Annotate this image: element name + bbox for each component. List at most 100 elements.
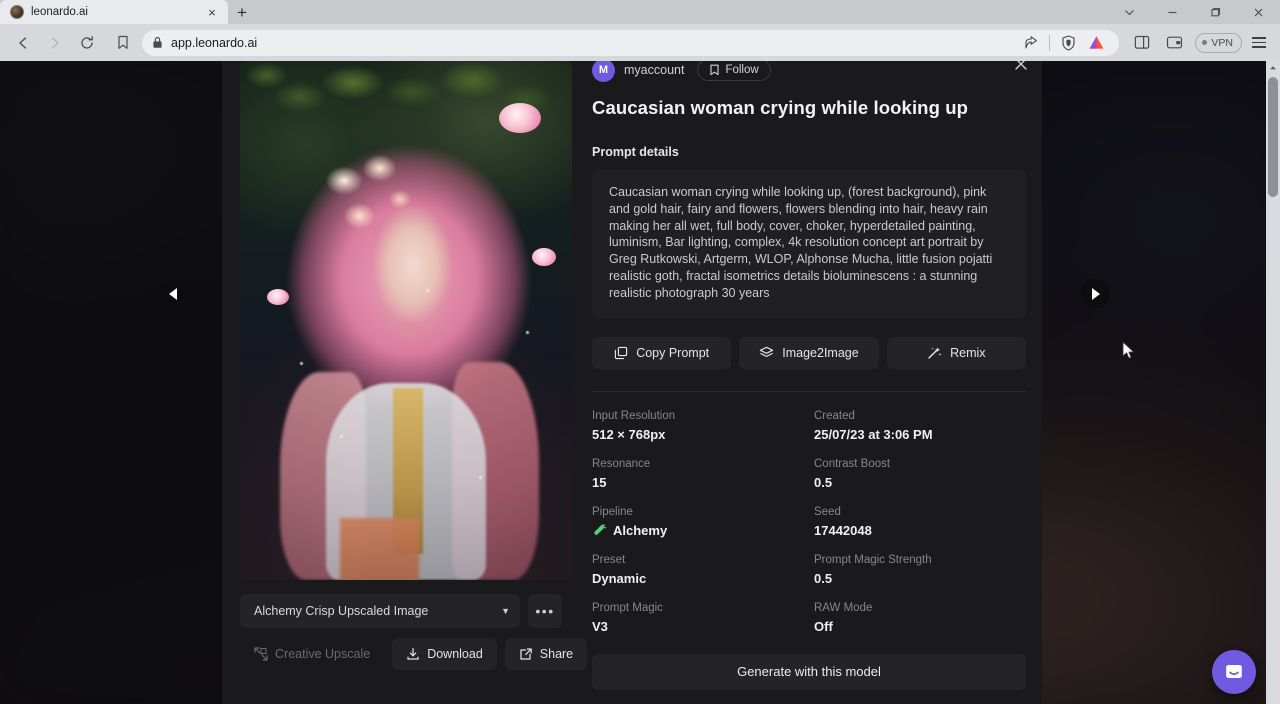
vpn-label: VPN: [1211, 37, 1233, 49]
alchemy-flask-icon: [592, 523, 607, 538]
scroll-up-arrow-icon[interactable]: [1266, 61, 1280, 75]
meta-value: Alchemy: [613, 523, 667, 538]
new-tab-button[interactable]: +: [228, 0, 256, 24]
meta-key: Contrast Boost: [814, 458, 1026, 470]
prompt-action-row: Copy Prompt Image2Image Remix: [592, 337, 1026, 369]
meta-key: RAW Mode: [814, 602, 1026, 614]
site-favicon: [10, 5, 24, 19]
remix-label: Remix: [950, 346, 985, 360]
chat-widget-button[interactable]: [1212, 650, 1256, 694]
download-icon: [406, 647, 420, 661]
reload-icon[interactable]: [72, 29, 102, 57]
meta-item-preset: Preset Dynamic: [592, 554, 804, 586]
artwork-skirt: [340, 518, 420, 580]
prompt-details-label: Prompt details: [592, 145, 1026, 159]
meta-item-pipeline: Pipeline Alchemy: [592, 506, 804, 538]
scrollbar-thumb[interactable]: [1268, 77, 1278, 197]
omnibox-divider: [1049, 35, 1050, 51]
meta-key: Pipeline: [592, 506, 804, 518]
avatar[interactable]: M: [592, 61, 615, 82]
meta-value: Off: [814, 619, 1026, 634]
follow-button[interactable]: Follow: [697, 61, 770, 81]
sidebar-icon[interactable]: [1127, 29, 1157, 57]
browser-window: leonardo.ai × +: [0, 0, 1280, 704]
close-modal-icon[interactable]: [1010, 61, 1032, 75]
meta-item-contrast-boost: Contrast Boost 0.5: [814, 458, 1026, 490]
omnibox-actions: [1018, 31, 1109, 55]
meta-value: 15: [592, 475, 804, 490]
brave-shields-icon[interactable]: [1055, 31, 1081, 55]
meta-item-prompt-magic: Prompt Magic V3: [592, 602, 804, 634]
meta-key: Seed: [814, 506, 1026, 518]
meta-key: Created: [814, 410, 1026, 422]
address-bar-url: app.leonardo.ai: [171, 36, 1010, 50]
more-options-button[interactable]: •••: [528, 594, 562, 628]
hamburger-menu-icon[interactable]: [1246, 30, 1272, 56]
chat-smiley-icon: [1223, 661, 1245, 683]
image2image-button[interactable]: Image2Image: [739, 337, 878, 369]
meta-value: V3: [592, 619, 804, 634]
page-scrollbar[interactable]: [1266, 61, 1280, 704]
chevron-down-icon: ▼: [501, 606, 510, 616]
variant-control-row: Alchemy Crisp Upscaled Image ▼ •••: [240, 594, 562, 628]
tab-strip: leonardo.ai × +: [0, 0, 1280, 24]
follow-label: Follow: [725, 64, 758, 76]
download-label: Download: [427, 647, 483, 661]
maximize-icon[interactable]: [1194, 0, 1237, 24]
artwork-blossom: [532, 248, 556, 266]
artwork-face: [373, 206, 453, 341]
menu-line: [1252, 42, 1266, 44]
lock-icon: [152, 36, 163, 49]
chevron-down-icon[interactable]: [1108, 0, 1151, 24]
upscale-icon: [254, 647, 268, 661]
meta-value-row: Alchemy: [592, 523, 804, 538]
artwork-sparkle: [300, 362, 303, 365]
tab-title: leonardo.ai: [31, 6, 197, 18]
share-icon[interactable]: [1018, 31, 1044, 55]
meta-value: 0.5: [814, 475, 1026, 490]
previous-image-button[interactable]: [159, 279, 189, 309]
wallet-icon[interactable]: [1159, 29, 1189, 57]
address-bar[interactable]: app.leonardo.ai: [142, 30, 1119, 56]
next-image-button[interactable]: [1080, 279, 1110, 309]
brave-rewards-icon[interactable]: [1083, 31, 1109, 55]
bookmark-icon: [709, 64, 720, 76]
creator-username[interactable]: myaccount: [624, 63, 684, 77]
remix-button[interactable]: Remix: [887, 337, 1026, 369]
meta-value: 25/07/23 at 3:06 PM: [814, 427, 1026, 442]
meta-item-input-resolution: Input Resolution 512 × 768px: [592, 410, 804, 442]
vpn-button[interactable]: VPN: [1195, 33, 1242, 53]
browser-toolbar: app.leonardo.ai: [0, 24, 1280, 61]
menu-line: [1252, 46, 1266, 48]
page-viewport: Alchemy Crisp Upscaled Image ▼ ••• Creat…: [0, 61, 1280, 704]
image-action-row: Creative Upscale Download Share: [240, 638, 562, 670]
close-tab-icon[interactable]: ×: [204, 4, 220, 20]
variant-select[interactable]: Alchemy Crisp Upscaled Image ▼: [240, 594, 520, 628]
download-button[interactable]: Download: [392, 638, 497, 670]
image2image-label: Image2Image: [782, 346, 858, 360]
creative-upscale-button[interactable]: Creative Upscale: [240, 638, 384, 670]
copy-icon: [614, 346, 628, 360]
sparkle-wand-icon: [927, 346, 942, 360]
creative-upscale-label: Creative Upscale: [275, 647, 370, 661]
browser-tab[interactable]: leonardo.ai ×: [0, 0, 228, 24]
meta-item-prompt-magic-strength: Prompt Magic Strength 0.5: [814, 554, 1026, 586]
meta-key: Resonance: [592, 458, 804, 470]
artwork-blossom: [499, 103, 541, 133]
copy-prompt-button[interactable]: Copy Prompt: [592, 337, 731, 369]
generate-with-this-model-button[interactable]: Generate with this model: [592, 654, 1026, 690]
generated-image[interactable]: [240, 61, 572, 580]
image-title: Caucasian woman crying while looking up: [592, 97, 1026, 119]
close-window-icon[interactable]: [1237, 0, 1280, 24]
meta-key: Input Resolution: [592, 410, 804, 422]
meta-key: Prompt Magic: [592, 602, 804, 614]
artwork-sparkle: [340, 435, 343, 438]
back-arrow-icon[interactable]: [8, 29, 38, 57]
previous-image-arrow-icon: [169, 288, 177, 300]
prompt-text: Caucasian woman crying while looking up,…: [609, 184, 1010, 302]
bookmark-icon[interactable]: [108, 29, 138, 57]
meta-value: 512 × 768px: [592, 427, 804, 442]
prompt-box[interactable]: Caucasian woman crying while looking up,…: [592, 170, 1026, 318]
share-icon: [519, 647, 533, 661]
minimize-icon[interactable]: [1151, 0, 1194, 24]
